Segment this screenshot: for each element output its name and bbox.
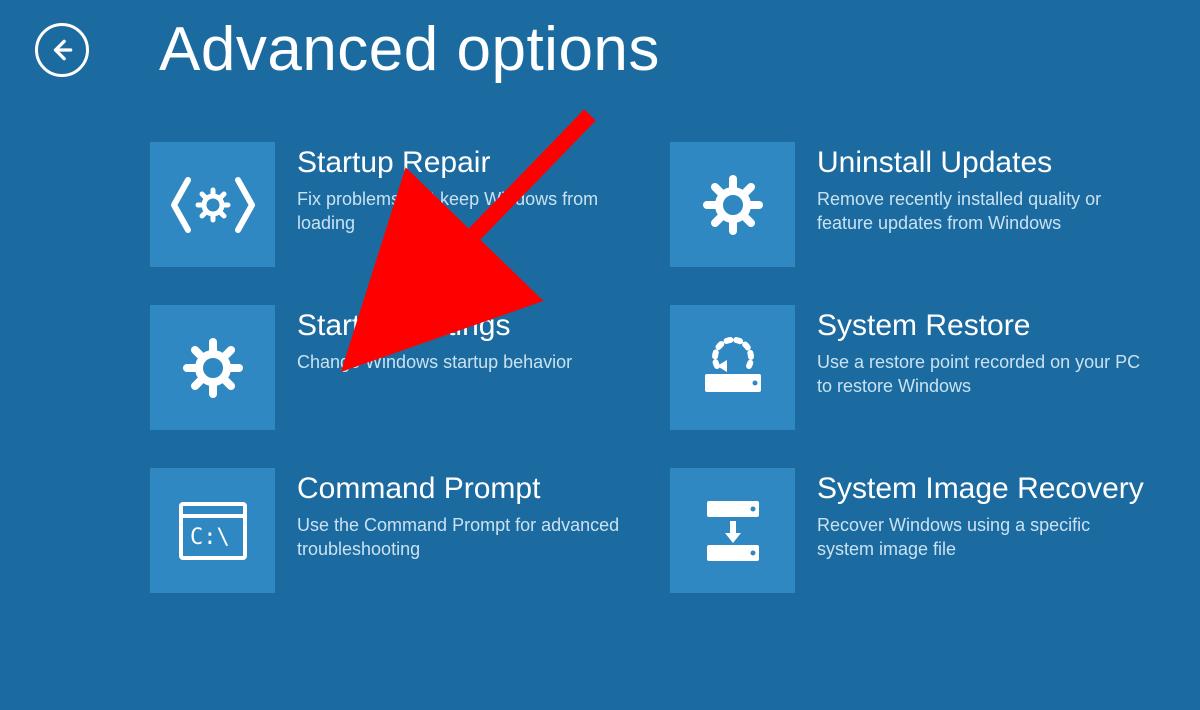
svg-text:C:\: C:\ [190,525,230,550]
tile-text: Uninstall Updates Remove recently instal… [795,142,1147,267]
tile-title: Startup Repair [297,146,627,181]
tile-text: Startup Repair Fix problems that keep Wi… [275,142,627,267]
tile-system-image-recovery[interactable]: System Image Recovery Recover Windows us… [670,468,1160,593]
tile-text: Command Prompt Use the Command Prompt fo… [275,468,627,593]
tile-title: System Restore [817,309,1147,344]
back-button[interactable] [35,23,89,77]
tile-startup-settings[interactable]: Startup Settings Change Windows startup … [150,305,640,430]
uninstall-updates-icon [670,142,795,267]
command-prompt-icon: C:\ [150,468,275,593]
tile-desc: Use the Command Prompt for advanced trou… [297,513,627,562]
tile-startup-repair[interactable]: Startup Repair Fix problems that keep Wi… [150,142,640,267]
tile-desc: Change Windows startup behavior [297,350,572,374]
tile-text: Startup Settings Change Windows startup … [275,305,572,430]
options-grid: Startup Repair Fix problems that keep Wi… [150,142,1170,593]
tile-title: Uninstall Updates [817,146,1147,181]
startup-settings-icon [150,305,275,430]
tile-title: Startup Settings [297,309,572,344]
tile-title: Command Prompt [297,472,627,507]
arrow-left-icon [49,37,75,63]
tile-text: System Image Recovery Recover Windows us… [795,468,1147,593]
tile-title: System Image Recovery [817,472,1147,507]
page-title: Advanced options [159,19,660,81]
tile-command-prompt[interactable]: C:\ Command Prompt Use the Command Promp… [150,468,640,593]
system-restore-icon [670,305,795,430]
header: Advanced options [35,0,660,100]
tile-desc: Use a restore point recorded on your PC … [817,350,1147,399]
system-image-recovery-icon [670,468,795,593]
tile-desc: Remove recently installed quality or fea… [817,187,1147,236]
tile-text: System Restore Use a restore point recor… [795,305,1147,430]
tile-uninstall-updates[interactable]: Uninstall Updates Remove recently instal… [670,142,1160,267]
tile-desc: Fix problems that keep Windows from load… [297,187,627,236]
advanced-options-screen: Advanced options [0,0,1200,710]
startup-repair-icon [150,142,275,267]
tile-system-restore[interactable]: System Restore Use a restore point recor… [670,305,1160,430]
tile-desc: Recover Windows using a specific system … [817,513,1147,562]
